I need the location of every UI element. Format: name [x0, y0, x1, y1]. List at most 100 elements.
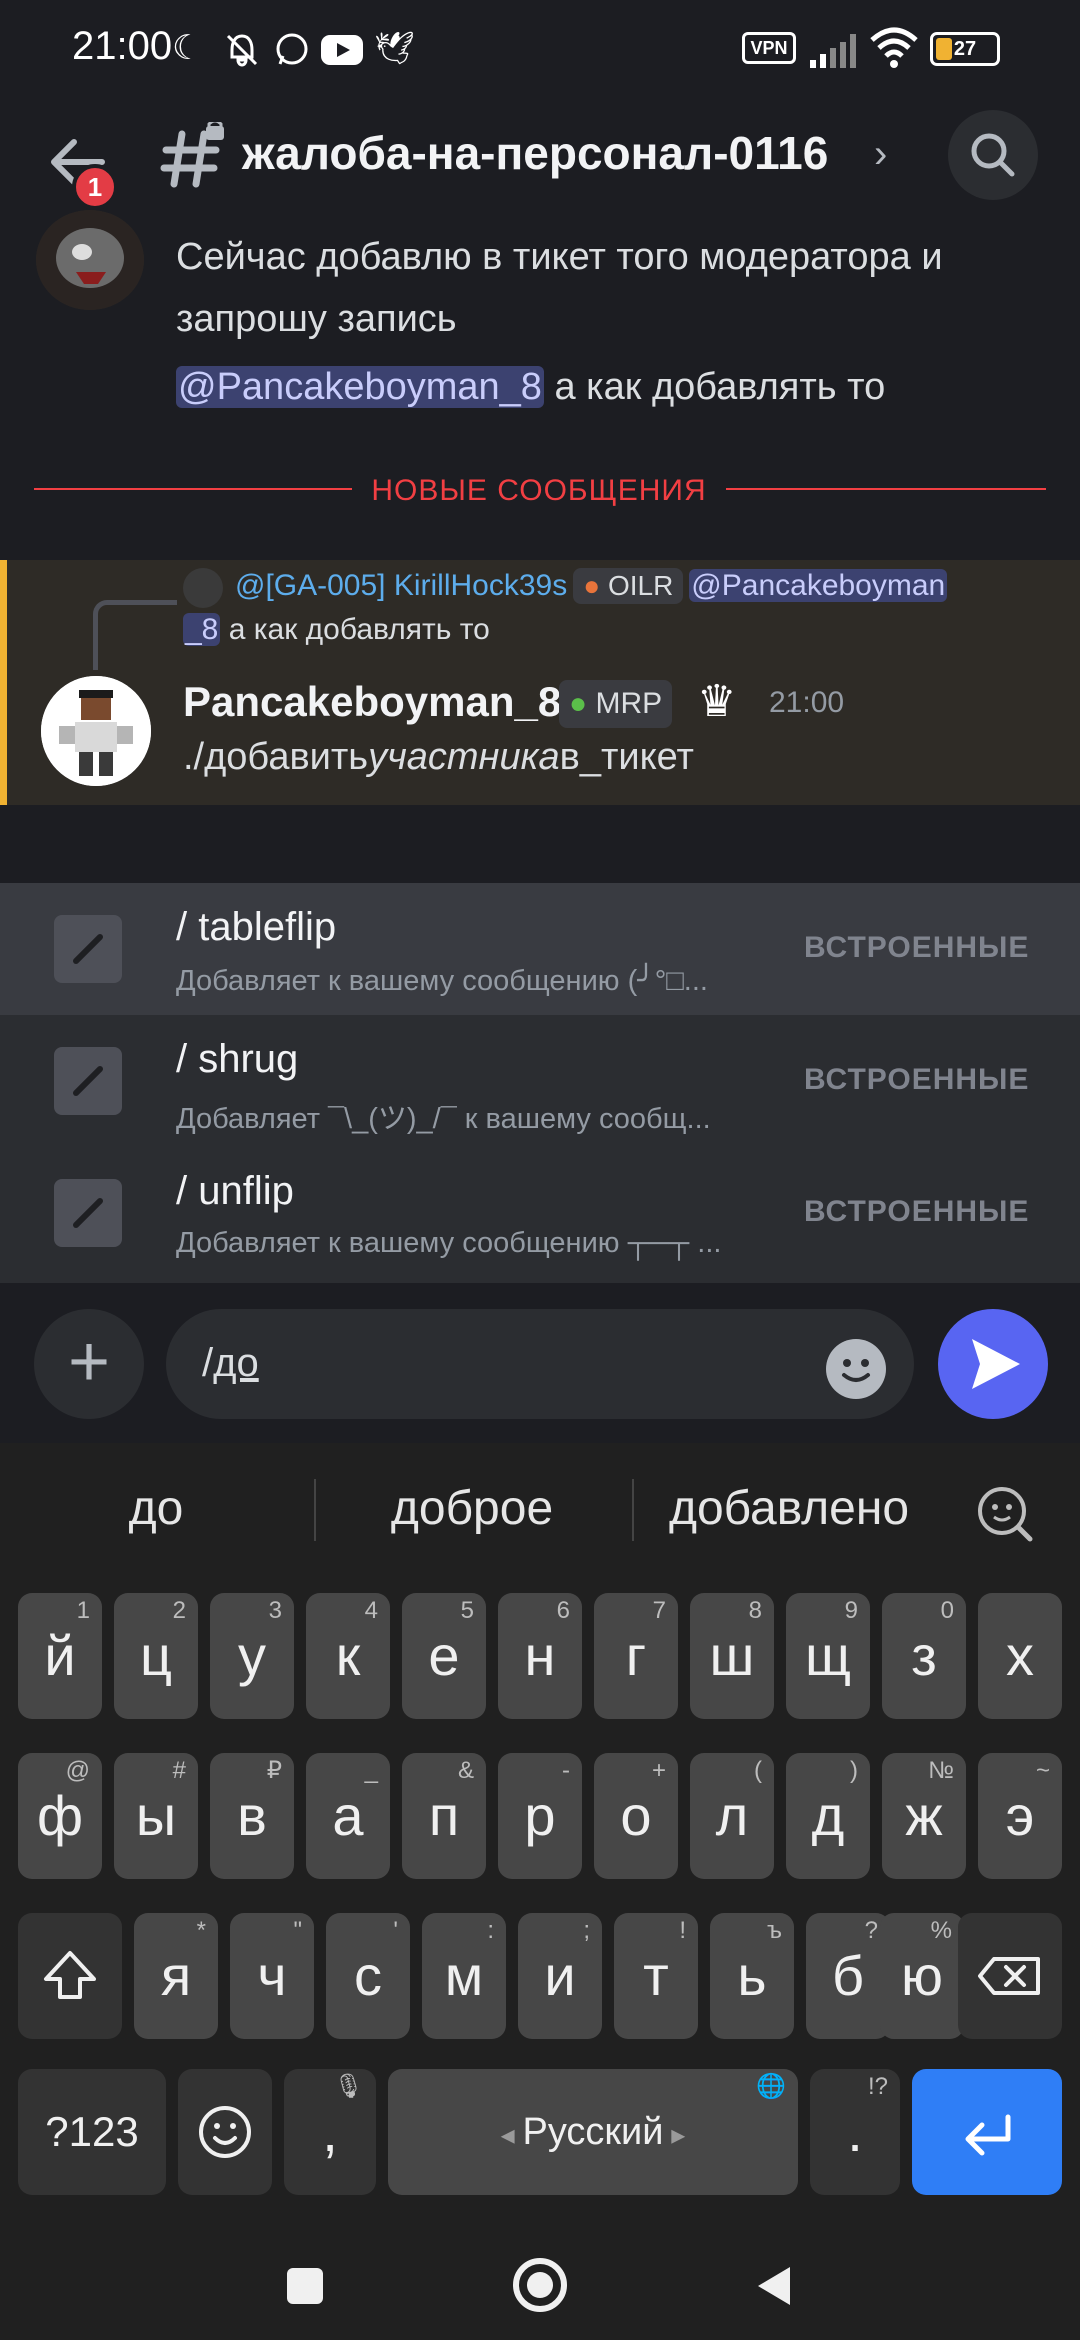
reply-preview[interactable]: @[GA-005] KirillHock39s ● OILR @Pancakeboy… [235, 568, 948, 604]
shift-key[interactable] [18, 1913, 122, 2039]
key[interactable]: э ~ [978, 1753, 1062, 1879]
smile-icon [199, 2106, 251, 2158]
key[interactable]: г7 [594, 1593, 678, 1719]
key[interactable]: п & [402, 1753, 486, 1879]
key[interactable]: н6 [498, 1593, 582, 1719]
message-composer: + /до [0, 1283, 1080, 1443]
divider [34, 488, 352, 490]
key[interactable]: ю% [880, 1913, 964, 2039]
keyboard-suggestion[interactable]: добавлено [644, 1481, 934, 1536]
emoji-key[interactable] [178, 2069, 272, 2195]
key[interactable]: ч " [230, 1913, 314, 2039]
back-nav-button[interactable] [748, 2259, 802, 2313]
numbers-key[interactable]: ?123 [18, 2069, 166, 2195]
search-button[interactable] [948, 110, 1038, 200]
key[interactable]: л( [690, 1753, 774, 1879]
caret-right-icon: ▸ [663, 2119, 686, 2150]
backspace-key[interactable] [958, 1913, 1062, 2039]
key[interactable]: я * [134, 1913, 218, 2039]
message-list[interactable]: Сейчас добавлю в тикет того модератора и… [0, 210, 1080, 885]
caret-left-icon: ◂ [500, 2119, 523, 2150]
command-item-shrug[interactable]: / shrug Добавляет ¯\_(ツ)_/¯ к вашему соо… [0, 1015, 1080, 1147]
signal-icon [810, 34, 856, 68]
key[interactable]: й1 [18, 1593, 102, 1719]
key[interactable]: ж № [882, 1753, 966, 1879]
key[interactable]: б? [806, 1913, 890, 2039]
bird-icon: 🕊 [374, 30, 415, 66]
message-text: Сейчас добавлю в тикет того модератора и [176, 236, 943, 278]
key[interactable]: с ' [326, 1913, 410, 2039]
whatsapp-icon [276, 33, 308, 65]
period-key[interactable]: .!? [810, 2069, 900, 2195]
slash-command-icon [54, 1047, 122, 1115]
avatar[interactable] [41, 676, 151, 786]
key[interactable]: т! [614, 1913, 698, 2039]
key[interactable]: ф @ [18, 1753, 102, 1879]
emoji-button[interactable] [826, 1339, 886, 1399]
send-button[interactable] [938, 1309, 1048, 1419]
key[interactable]: ьъ [710, 1913, 794, 2039]
key[interactable]: ы # [114, 1753, 198, 1879]
command-name: / tableflip [176, 905, 337, 949]
key[interactable]: х [978, 1593, 1062, 1719]
keyboard-suggestion[interactable]: до [40, 1481, 272, 1536]
key[interactable]: р- [498, 1753, 582, 1879]
key[interactable]: м: [422, 1913, 506, 2039]
slash-command-icon [54, 915, 122, 983]
key[interactable]: ш8 [690, 1593, 774, 1719]
command-name: / shrug [176, 1037, 299, 1081]
command-source: ВСТРОЕННЫЕ [804, 931, 1030, 964]
divider [726, 488, 1046, 490]
space-key[interactable]: ◂ Русский ▸ 🌐 [388, 2069, 798, 2195]
system-nav-bar [0, 2223, 1080, 2340]
key[interactable]: в ₽ [210, 1753, 294, 1879]
chevron-right-icon[interactable]: › [874, 132, 887, 177]
message-author[interactable]: Pancakeboyman_8 [183, 678, 561, 726]
role-tag: ● OILR [573, 568, 684, 604]
channel-title[interactable]: жалоба-на-персонал-0116 [242, 126, 828, 180]
recents-button[interactable] [278, 2259, 332, 2313]
key[interactable]: а _ [306, 1753, 390, 1879]
key[interactable]: д) [786, 1753, 870, 1879]
message-text: ./добавитьучастникав_тикет [183, 736, 694, 778]
key[interactable]: щ9 [786, 1593, 870, 1719]
comma-key[interactable]: , 🎙 [284, 2069, 376, 2195]
key[interactable]: и; [518, 1913, 602, 2039]
keyboard-row-2: ф @ ы # в ₽ а _ п & р- о + л( д) ж № э ~ [0, 1753, 1080, 1883]
key[interactable]: о + [594, 1753, 678, 1879]
smile-icon [842, 1359, 870, 1382]
key[interactable]: у3 [210, 1593, 294, 1719]
search-icon [971, 133, 1015, 177]
key[interactable]: ц2 [114, 1593, 198, 1719]
private-channel-icon [160, 122, 224, 188]
message-text: запрошу запись [176, 298, 457, 340]
battery-icon: 27 [930, 32, 1000, 66]
reply-connector [93, 600, 177, 670]
command-description: Добавляет ¯\_(ツ)_/¯ к вашему сообщ... [176, 1103, 711, 1135]
command-name: / unflip [176, 1169, 294, 1213]
add-attachment-button[interactable]: + [34, 1309, 144, 1419]
enter-key[interactable] [912, 2069, 1062, 2195]
avatar[interactable] [36, 210, 144, 310]
key[interactable]: е5 [402, 1593, 486, 1719]
keyboard-suggestion[interactable]: доброе [334, 1481, 610, 1536]
new-messages-divider: НОВЫЕ СООБЩЕНИЯ [371, 474, 707, 507]
moon-icon: ☾ [172, 29, 203, 67]
wifi-icon [870, 27, 918, 68]
reply-author[interactable]: @[GA-005] KirillHock39s [235, 569, 567, 602]
command-item-unflip[interactable]: / unflip Добавляет к вашему сообщению ┬─… [0, 1147, 1080, 1279]
message-input[interactable]: /до [166, 1309, 914, 1419]
user-mention[interactable]: @Pancakeboyman [689, 569, 948, 602]
key[interactable]: з0 [882, 1593, 966, 1719]
mention-highlight-message[interactable]: @[GA-005] KirillHock39s ● OILR @Pancakeboy… [0, 560, 1080, 805]
command-item-tableflip[interactable]: / tableflip Добавляет к вашему сообщению… [0, 883, 1080, 1015]
bell-muted-icon [226, 34, 258, 67]
home-button[interactable] [508, 2253, 572, 2317]
key[interactable]: к4 [306, 1593, 390, 1719]
emoji-search-icon[interactable] [972, 1481, 1036, 1545]
divider [314, 1479, 316, 1541]
message-timestamp: 21:00 [769, 686, 845, 719]
role-tag: ● MRP [559, 680, 673, 728]
mic-icon: 🎙 [333, 2073, 364, 2100]
user-mention[interactable]: @Pancakeboyman_8 [176, 366, 544, 408]
